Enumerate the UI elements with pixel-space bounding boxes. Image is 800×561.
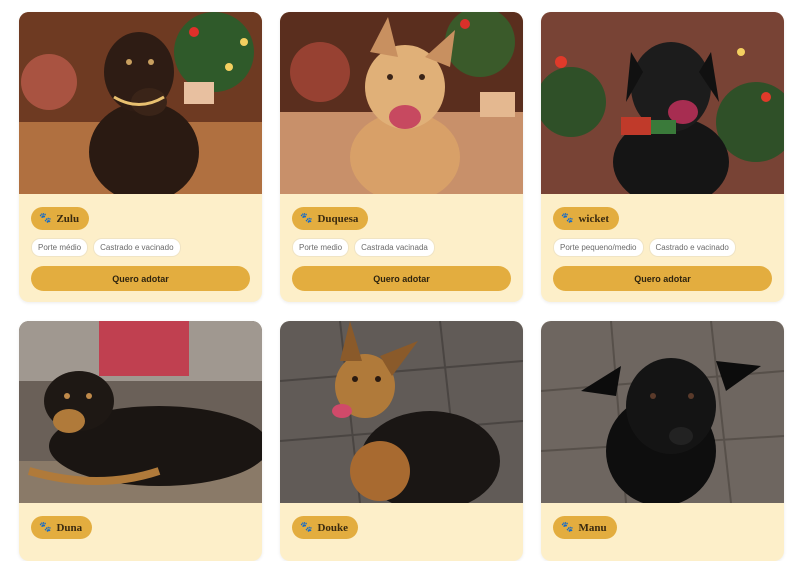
dog-card: 🐾 Douke	[280, 321, 523, 561]
dog-name: Duna	[56, 521, 83, 534]
dog-card: 🐾 wicket Porte pequeno/medio Castrado e …	[541, 12, 784, 302]
dog-photo	[19, 321, 262, 503]
dog-name: wicket	[578, 212, 609, 225]
dog-card: 🐾 Duna	[19, 321, 262, 561]
tag-list: Porte pequeno/medio Castrado e vacinado	[553, 238, 736, 257]
dog-card: 🐾 Duquesa Porte medio Castrada vacinada …	[280, 12, 523, 302]
dog-name-badge: 🐾 wicket	[553, 207, 619, 230]
health-tag: Castrado e vacinado	[648, 238, 736, 257]
dog-photo	[19, 12, 262, 194]
size-tag: Porte medio	[292, 238, 350, 257]
dog-photo	[541, 321, 784, 503]
size-tag: Porte médio	[31, 238, 89, 257]
dog-card: 🐾 Zulu Porte médio Castrado e vacinado Q…	[19, 12, 262, 302]
paw-icon: 🐾	[39, 522, 52, 533]
dog-name: Manu	[578, 521, 607, 534]
health-tag: Castrado e vacinado	[93, 238, 181, 257]
dog-name-badge: 🐾 Duquesa	[292, 207, 369, 230]
adopt-button[interactable]: Quero adotar	[553, 266, 772, 291]
dog-name-badge: 🐾 Douke	[292, 516, 359, 539]
tag-list: Porte médio Castrado e vacinado	[31, 238, 181, 257]
paw-icon: 🐾	[561, 213, 574, 224]
health-tag: Castrada vacinada	[354, 238, 435, 257]
dog-name-badge: 🐾 Zulu	[31, 207, 90, 230]
tag-list: Porte medio Castrada vacinada	[292, 238, 435, 257]
paw-icon: 🐾	[39, 213, 52, 224]
adopt-button[interactable]: Quero adotar	[31, 266, 250, 291]
dog-photo	[280, 12, 523, 194]
dog-name: Duquesa	[317, 212, 359, 225]
dog-name: Douke	[317, 521, 349, 534]
dog-name: Zulu	[56, 212, 80, 225]
dog-name-badge: 🐾 Duna	[31, 516, 93, 539]
paw-icon: 🐾	[300, 522, 313, 533]
paw-icon: 🐾	[561, 522, 574, 533]
dog-photo	[280, 321, 523, 503]
dog-name-badge: 🐾 Manu	[553, 516, 617, 539]
dog-grid: 🐾 Zulu Porte médio Castrado e vacinado Q…	[0, 0, 800, 561]
size-tag: Porte pequeno/medio	[553, 238, 644, 257]
dog-card: 🐾 Manu	[541, 321, 784, 561]
adopt-button[interactable]: Quero adotar	[292, 266, 511, 291]
paw-icon: 🐾	[300, 213, 313, 224]
dog-photo	[541, 12, 784, 194]
